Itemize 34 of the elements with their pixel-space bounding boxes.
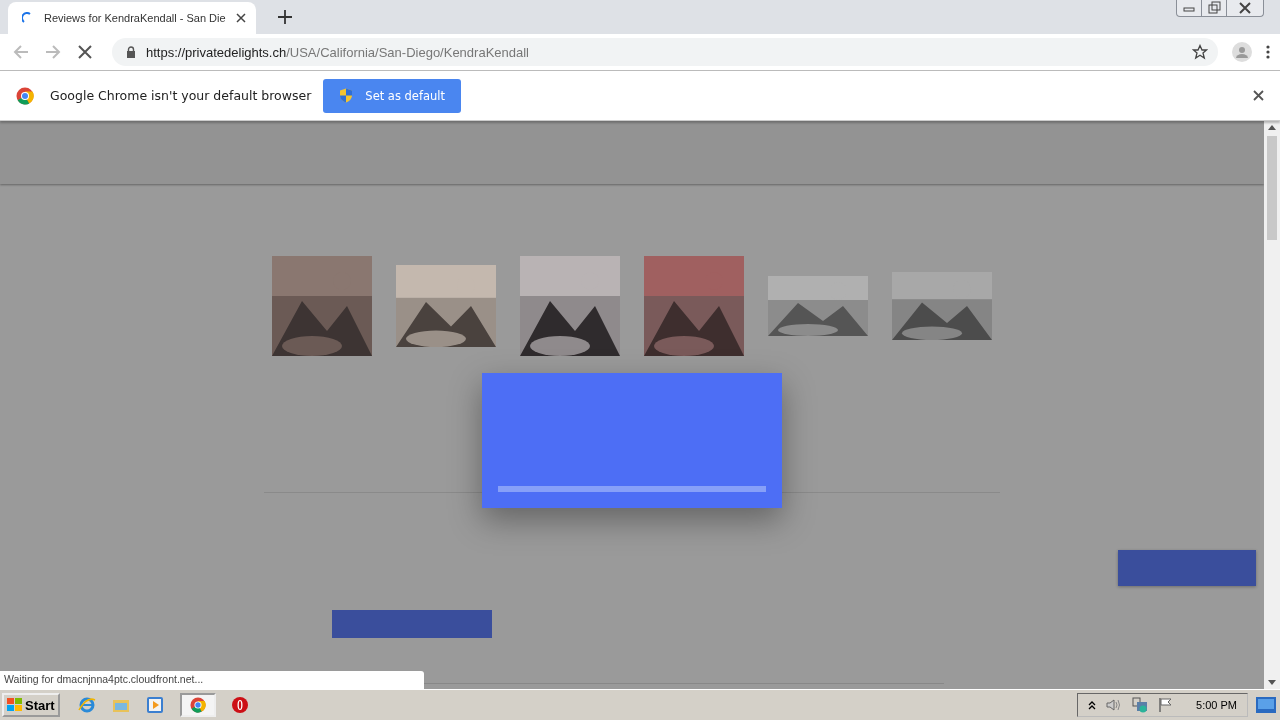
close-icon[interactable]: [235, 13, 246, 23]
start-button[interactable]: Start: [2, 693, 60, 717]
scroll-down-icon[interactable]: [1268, 680, 1276, 685]
scrollbar-thumb[interactable]: [1267, 136, 1277, 240]
stop-icon[interactable]: [76, 43, 94, 61]
chrome-logo-icon: [189, 697, 206, 713]
back-icon[interactable]: [12, 43, 30, 61]
opera-icon[interactable]: [231, 697, 248, 713]
shield-icon: [339, 88, 354, 103]
show-desktop-icon[interactable]: [1256, 697, 1276, 713]
new-tab-icon[interactable]: [277, 10, 292, 24]
network-icon[interactable]: [1132, 697, 1149, 713]
profile-avatar-icon[interactable]: [1232, 42, 1252, 62]
internet-explorer-icon[interactable]: [77, 696, 96, 714]
status-bubble: Waiting for dmacnjnna4ptc.cloudfront.net...: [0, 671, 424, 689]
infobar-message: Google Chrome isn't your default browser: [50, 88, 312, 103]
media-player-icon[interactable]: [145, 696, 164, 714]
browser-tab[interactable]: Reviews for KendraKendall - San Die: [8, 2, 256, 34]
chrome-taskbar-button[interactable]: [179, 693, 216, 717]
url-text: https://privatedelights.ch/USA/California/San-Diego/KendraKendall: [146, 44, 530, 60]
forward-icon[interactable]: [44, 43, 62, 61]
set-as-default-button[interactable]: Set as default: [323, 78, 462, 113]
scroll-up-icon[interactable]: [1268, 125, 1276, 130]
windows-logo-icon: [7, 697, 23, 713]
chevron-up-icon[interactable]: [1088, 700, 1097, 710]
close-icon[interactable]: [1253, 90, 1264, 101]
star-icon[interactable]: [1192, 44, 1208, 60]
clock: 5:00 PM: [1196, 699, 1237, 711]
speaker-icon[interactable]: [1106, 698, 1123, 712]
menu-icon[interactable]: [1266, 44, 1270, 60]
chrome-logo-icon: [16, 86, 34, 105]
tab-title: Reviews for KendraKendall - San Die: [44, 12, 226, 24]
address-bar[interactable]: https://privatedelights.ch/USA/California/San-Diego/KendraKendall: [112, 38, 1218, 66]
lock-icon: [126, 46, 136, 58]
